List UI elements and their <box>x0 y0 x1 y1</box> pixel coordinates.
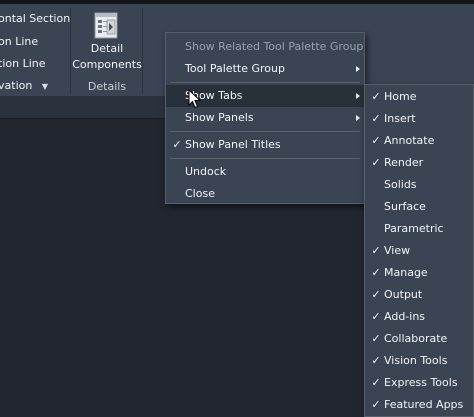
submenu-item-label: Parametric <box>384 222 444 235</box>
checkmark-icon: ✓ <box>371 310 381 323</box>
detail-button-label-line2: Components <box>72 58 142 71</box>
checkmark-icon: ✓ <box>371 398 381 411</box>
ribbon-item-label: vation <box>0 79 33 92</box>
submenu-item-label: Insert <box>384 112 416 125</box>
submenu-item-label: Express Tools <box>384 376 458 389</box>
ribbon-context-menu: Show Related Tool Palette Group Tool Pal… <box>165 32 365 204</box>
menu-item-label: Undock <box>185 165 227 178</box>
checkmark-icon: ✓ <box>172 138 182 151</box>
submenu-item-insert[interactable]: ✓ Insert <box>365 108 473 130</box>
submenu-item-render[interactable]: ✓ Render <box>365 152 473 174</box>
menu-item-label: Show Panel Titles <box>185 138 281 151</box>
menu-separator <box>170 158 360 159</box>
submenu-item-output[interactable]: ✓ Output <box>365 284 473 306</box>
menu-item-label: Tool Palette Group <box>185 62 285 75</box>
ribbon-item-horizontal-section[interactable]: ontal Section <box>0 8 70 30</box>
chevron-down-icon: ▼ <box>41 82 48 91</box>
checkmark-icon: ✓ <box>371 156 381 169</box>
submenu-item-add-ins[interactable]: ✓ Add-ins <box>365 306 473 328</box>
submenu-item-home[interactable]: ✓ Home <box>365 86 473 108</box>
submenu-item-label: View <box>384 244 411 257</box>
detail-button-label-line1: Detail <box>90 42 124 55</box>
menu-item-show-panel-titles[interactable]: ✓ Show Panel Titles <box>166 134 364 156</box>
panel-title-details: Details <box>87 80 127 93</box>
submenu-item-label: Surface <box>384 200 426 213</box>
menu-item-label: Close <box>185 187 215 200</box>
ribbon-item-section-line[interactable]: on Line <box>0 31 38 53</box>
submenu-item-manage[interactable]: ✓ Manage <box>365 262 473 284</box>
submenu-item-featured-apps[interactable]: ✓ Featured Apps <box>365 394 473 416</box>
submenu-item-vision-tools[interactable]: ✓ Vision Tools <box>365 350 473 372</box>
menu-item-label: Show Related Tool Palette Group <box>185 40 364 53</box>
submenu-item-label: Featured Apps <box>384 398 464 411</box>
checkmark-icon: ✓ <box>371 266 381 279</box>
submenu-arrow-icon <box>356 93 360 99</box>
menu-item-show-related-tool-palette-group[interactable]: Show Related Tool Palette Group <box>166 36 364 58</box>
submenu-item-label: Annotate <box>384 134 435 147</box>
submenu-item-annotate[interactable]: ✓ Annotate <box>365 130 473 152</box>
menu-item-label: Show Panels <box>185 111 254 124</box>
submenu-arrow-icon <box>356 66 360 72</box>
submenu-item-parametric[interactable]: Parametric <box>365 218 473 240</box>
menu-item-tool-palette-group[interactable]: Tool Palette Group <box>166 58 364 80</box>
ribbon-item-label: on Line <box>0 35 39 48</box>
submenu-item-label: Add-ins <box>384 310 426 323</box>
menu-item-close[interactable]: Close <box>166 183 364 205</box>
show-tabs-submenu: ✓ Home ✓ Insert ✓ Annotate ✓ Render Solids Surfac… <box>364 84 474 417</box>
checkmark-icon: ✓ <box>371 112 381 125</box>
submenu-item-label: Output <box>384 288 423 301</box>
menu-separator <box>170 82 360 83</box>
checkmark-icon: ✓ <box>371 244 381 257</box>
submenu-arrow-icon <box>356 115 360 121</box>
ribbon-item-label: tion Line <box>0 57 46 70</box>
mouse-pointer-icon <box>188 89 202 109</box>
submenu-item-collaborate[interactable]: ✓ Collaborate <box>365 328 473 350</box>
submenu-item-label: Collaborate <box>384 332 448 345</box>
submenu-item-surface[interactable]: Surface <box>365 196 473 218</box>
checkmark-icon: ✓ <box>371 354 381 367</box>
submenu-item-label: Solids <box>384 178 417 191</box>
checkmark-icon: ✓ <box>371 288 381 301</box>
detail-components-icon <box>94 12 118 39</box>
submenu-item-label: Render <box>384 156 424 169</box>
checkmark-icon: ✓ <box>371 376 381 389</box>
submenu-item-solids[interactable]: Solids <box>365 174 473 196</box>
menu-separator <box>170 131 360 132</box>
submenu-item-express-tools[interactable]: ✓ Express Tools <box>365 372 473 394</box>
submenu-item-label: Manage <box>384 266 428 279</box>
ribbon-item-elevation-dropdown[interactable]: vation ▼ <box>0 75 48 97</box>
checkmark-icon: ✓ <box>371 90 381 103</box>
submenu-item-label: Home <box>384 90 417 103</box>
checkmark-icon: ✓ <box>371 332 381 345</box>
submenu-item-label: Vision Tools <box>384 354 448 367</box>
ribbon-item-elevation-line[interactable]: tion Line <box>0 53 46 75</box>
detail-components-button[interactable]: Detail Components <box>72 10 142 72</box>
menu-item-show-panels[interactable]: Show Panels <box>166 107 364 129</box>
ribbon-panel-divider <box>70 8 71 94</box>
ribbon-item-label: ontal Section <box>0 12 71 25</box>
ribbon-panel-divider <box>142 8 143 94</box>
submenu-item-view[interactable]: ✓ View <box>365 240 473 262</box>
checkmark-icon: ✓ <box>371 134 381 147</box>
menu-item-undock[interactable]: Undock <box>166 161 364 183</box>
